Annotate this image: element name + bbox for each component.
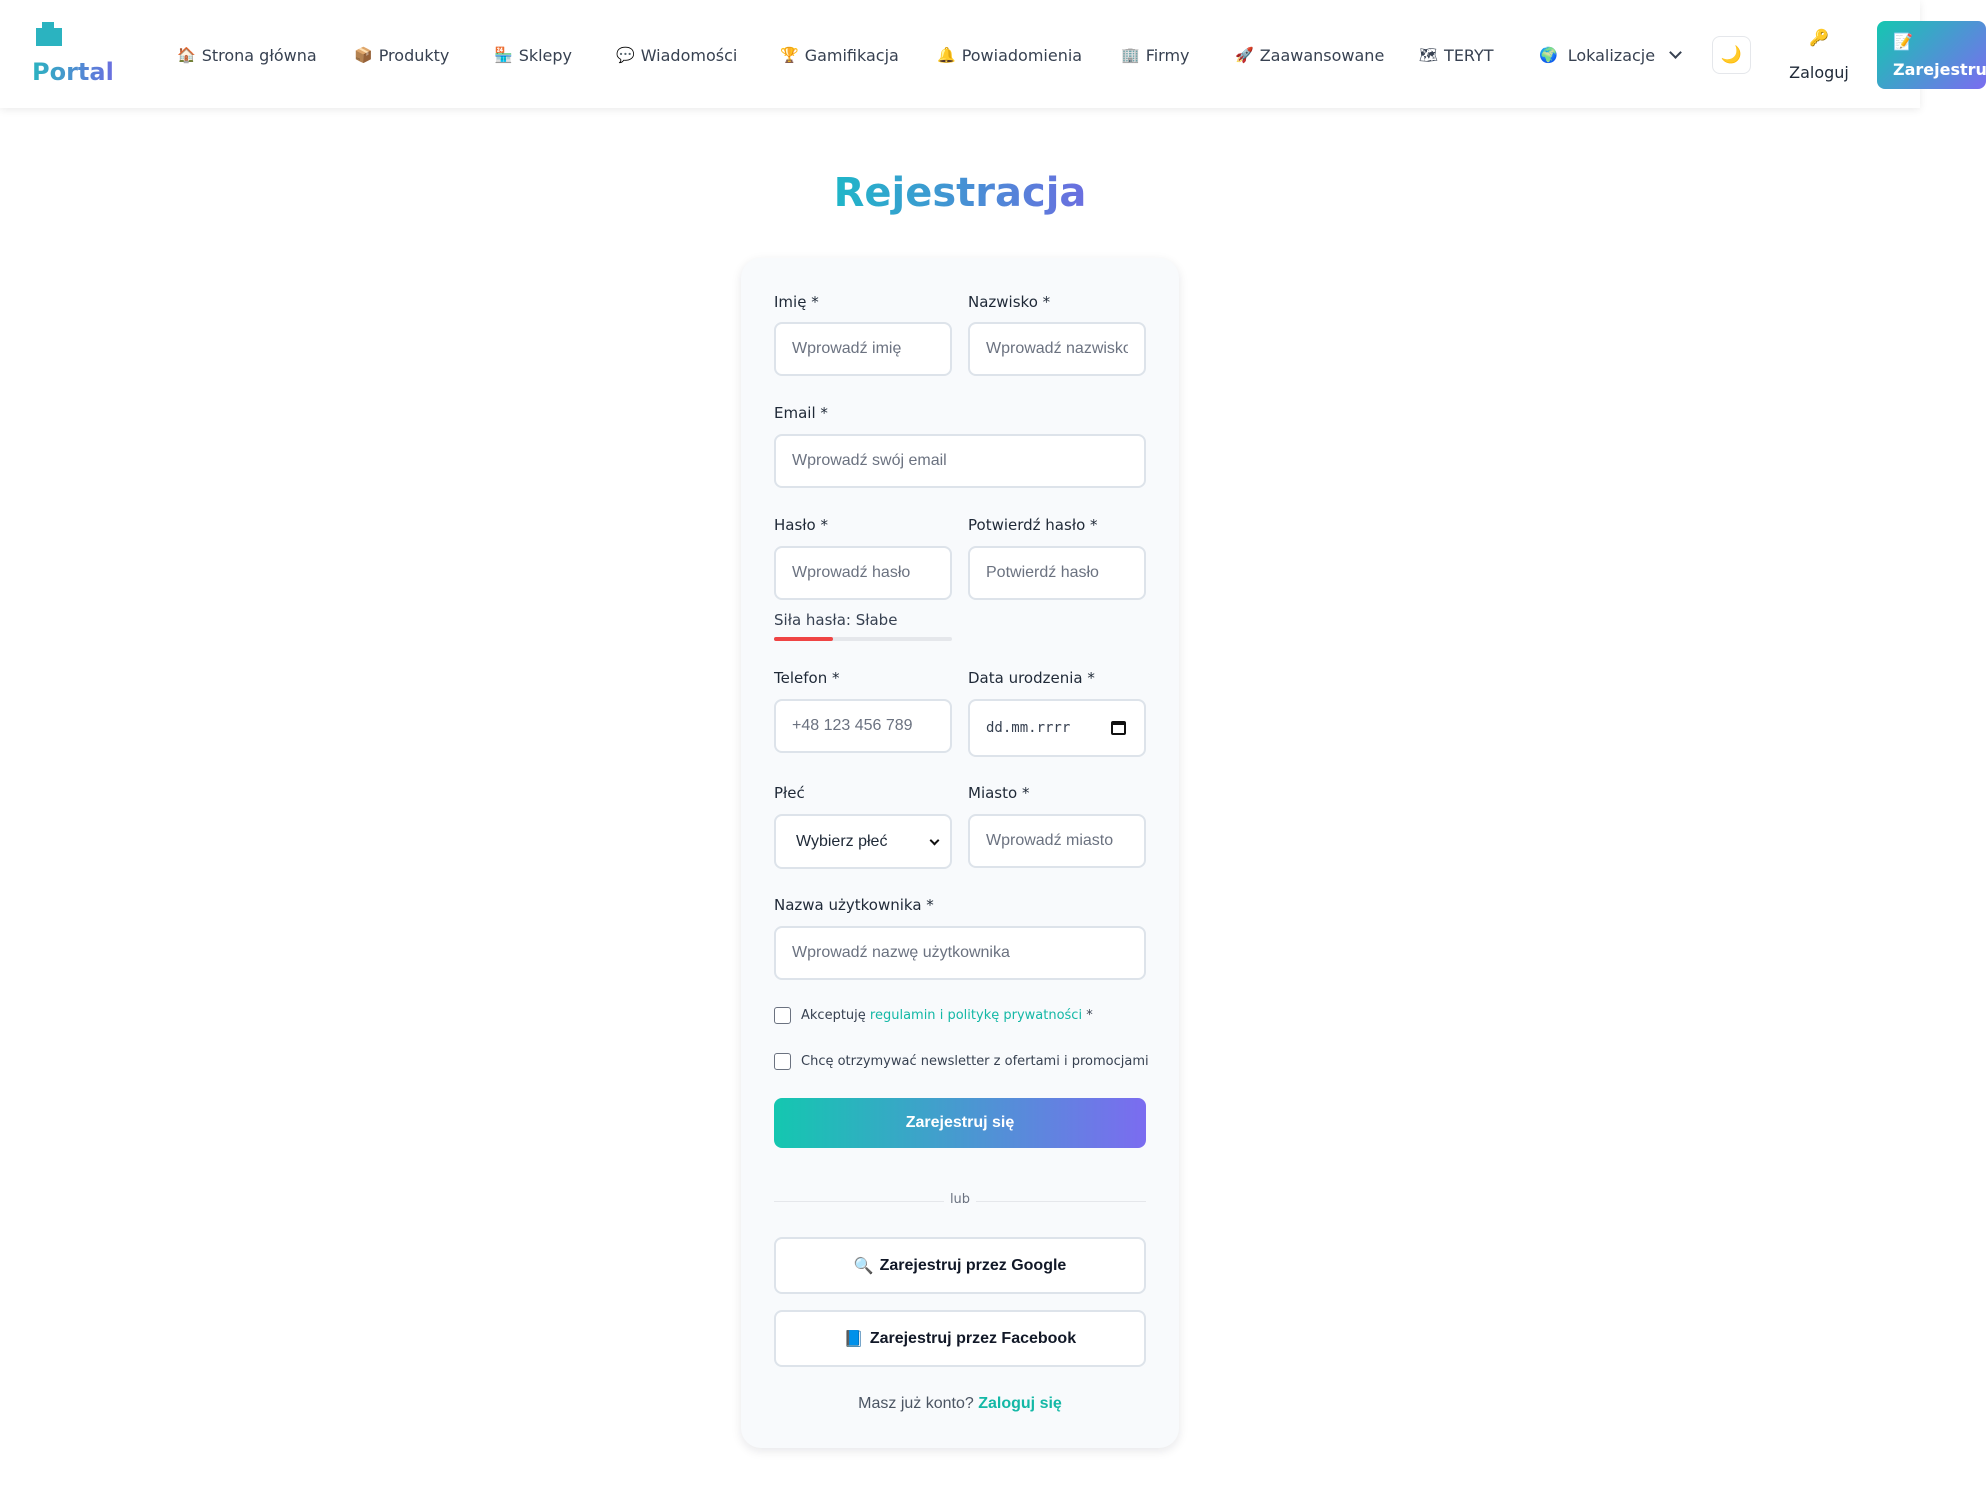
password-strength-meter <box>774 637 952 641</box>
store-icon: 🏪 <box>494 45 513 64</box>
nav-item-label: Gamifikacja <box>804 45 899 65</box>
login-link[interactable]: Zaloguj się <box>978 1395 1062 1412</box>
confirm-password-field[interactable] <box>968 546 1146 600</box>
nav-item-teryt[interactable]: 🗺 TERYT <box>1419 42 1494 68</box>
email-field[interactable] <box>774 434 1146 488</box>
nav-item-label: Zaawansowane <box>1259 45 1385 65</box>
terms-prefix: Akceptuję <box>801 1008 866 1023</box>
home-icon: 🏠 <box>177 45 196 64</box>
google-register-button[interactable]: 🔍 Zarejestruj przez Google <box>774 1237 1146 1294</box>
nav-item-companies[interactable]: 🏢 Firmy <box>1121 42 1190 68</box>
phone-field[interactable] <box>774 699 952 753</box>
top-navbar: Portal 🏠 Strona główna 📦 Produkty 🏪 Skle… <box>0 0 1986 108</box>
newsletter-checkbox[interactable] <box>774 1053 791 1070</box>
register-nav-label: Zarejestruj <box>1893 60 1986 79</box>
nav-item-gamification[interactable]: 🏆 Gamifikacja <box>780 42 899 68</box>
gender-select[interactable]: Wybierz płeć <box>774 814 952 869</box>
brand-logo[interactable]: Portal <box>32 20 142 90</box>
password-strength-fill <box>774 637 833 641</box>
password-field[interactable] <box>774 546 952 600</box>
username-field[interactable] <box>774 926 1146 980</box>
chevron-down-icon <box>929 835 940 846</box>
nav-item-home[interactable]: 🏠 Strona główna <box>177 42 317 68</box>
divider-label-text: lub <box>943 1192 977 1207</box>
confirm-password-label: Potwierdź hasło * <box>968 516 1098 534</box>
login-prompt: Masz już konto? Zaloguj się <box>741 1395 1179 1413</box>
first-name-label: Imię * <box>774 293 819 311</box>
google-register-label: Zarejestruj przez Google <box>879 1256 1067 1274</box>
city-field[interactable] <box>968 814 1146 868</box>
nav-item-stores[interactable]: 🏪 Sklepy <box>494 42 572 68</box>
calendar-icon[interactable] <box>1111 721 1126 735</box>
first-name-field[interactable] <box>774 322 952 376</box>
birth-date-placeholder: dd.mm.rrrr <box>986 720 1071 736</box>
chevron-down-icon <box>1669 46 1682 59</box>
nav-item-label: Sklepy <box>518 45 573 65</box>
nav-dropdown-locations[interactable]: 🌍 Lokalizacje <box>1539 42 1682 68</box>
book-icon: 📘 <box>843 1330 864 1348</box>
nav-item-advanced[interactable]: 🚀 Zaawansowane <box>1235 42 1384 68</box>
terms-consent-row: Akceptuję regulamin i politykę prywatnoś… <box>774 1007 1093 1024</box>
divider-label: lub <box>741 1192 1179 1207</box>
nav-item-label: Lokalizacje <box>1567 45 1656 65</box>
theme-toggle-button[interactable]: 🌙 <box>1712 36 1751 74</box>
terms-link[interactable]: regulamin <box>870 1008 936 1023</box>
terms-checkbox[interactable] <box>774 1007 791 1024</box>
nav-item-label: TERYT <box>1444 45 1494 65</box>
memo-icon: 📝 <box>1893 32 1913 51</box>
register-nav-button[interactable]: 📝 Zarejestruj <box>1877 21 1986 89</box>
phone-label: Telefon * <box>774 669 840 687</box>
page-title-text: Rejestracja <box>833 170 1087 216</box>
nav-item-label: Wiadomości <box>640 45 738 65</box>
bell-icon: 🔔 <box>937 45 956 64</box>
chat-icon: 💬 <box>616 45 635 64</box>
gender-label: Płeć <box>774 784 805 802</box>
globe-icon: 🌍 <box>1539 45 1558 64</box>
privacy-policy-link[interactable]: politykę prywatności <box>947 1008 1082 1023</box>
nav-item-notifications[interactable]: 🔔 Powiadomienia <box>937 42 1082 68</box>
nav-item-messages[interactable]: 💬 Wiadomości <box>616 42 737 68</box>
page-title: Rejestracja <box>0 170 1920 216</box>
terms-conjunction: i <box>939 1008 944 1023</box>
newsletter-consent-text: Chcę otrzymywać newsletter z ofertami i … <box>801 1054 1149 1069</box>
city-label: Miasto * <box>968 784 1030 802</box>
nav-item-label: Strona główna <box>201 45 317 65</box>
brand-name: Portal <box>32 58 114 86</box>
gender-selected-value: Wybierz płeć <box>796 832 888 850</box>
login-nav-label: Zaloguj <box>1789 63 1849 82</box>
terms-consent-text: Akceptuję regulamin i politykę prywatnoś… <box>801 1008 1093 1023</box>
nav-item-label: Powiadomienia <box>961 45 1083 65</box>
birth-date-field[interactable]: dd.mm.rrrr <box>968 699 1146 757</box>
nav-item-products[interactable]: 📦 Produkty <box>354 42 449 68</box>
facebook-register-button[interactable]: 📘 Zarejestruj przez Facebook <box>774 1310 1146 1367</box>
email-label: Email * <box>774 404 828 422</box>
last-name-label: Nazwisko * <box>968 293 1051 311</box>
registration-form: Imię * Nazwisko * Email * Hasło * Potwie… <box>741 258 1179 1448</box>
nav-item-label: Firmy <box>1145 45 1190 65</box>
logo-mark-icon <box>36 22 62 48</box>
login-prompt-text: Masz już konto? <box>858 1395 974 1412</box>
moon-icon: 🌙 <box>1720 45 1743 65</box>
last-name-field[interactable] <box>968 322 1146 376</box>
register-submit-button[interactable]: Zarejestruj się <box>774 1098 1146 1148</box>
newsletter-consent-row: Chcę otrzymywać newsletter z ofertami i … <box>774 1053 1149 1070</box>
password-strength-text: Siła hasła: Słabe <box>774 611 898 629</box>
magnifier-icon: 🔍 <box>853 1257 874 1275</box>
password-label: Hasło * <box>774 516 828 534</box>
key-icon: 🔑 <box>1809 28 1829 47</box>
box-icon: 📦 <box>354 45 373 64</box>
trophy-icon: 🏆 <box>780 45 799 64</box>
rocket-icon: 🚀 <box>1235 45 1254 64</box>
birth-date-label: Data urodzenia * <box>968 669 1095 687</box>
nav-item-label: Produkty <box>378 45 450 65</box>
facebook-register-label: Zarejestruj przez Facebook <box>869 1329 1077 1347</box>
login-nav-button[interactable]: 🔑 Zaloguj <box>1784 28 1854 82</box>
username-label: Nazwa użytkownika * <box>774 896 934 914</box>
map-icon: 🗺 <box>1419 45 1439 64</box>
required-mark: * <box>1086 1008 1093 1023</box>
building-icon: 🏢 <box>1121 45 1140 64</box>
